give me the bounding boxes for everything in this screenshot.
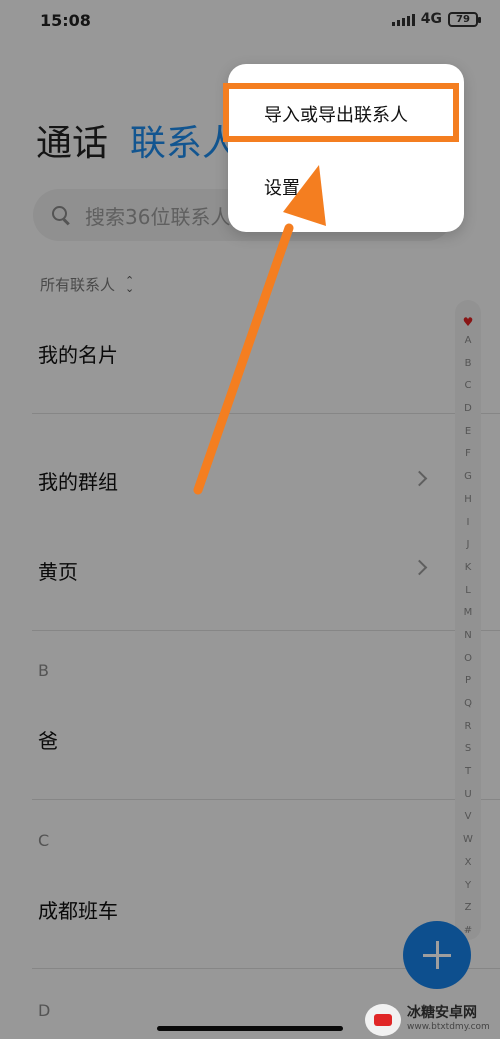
watermark-logo-icon — [365, 1003, 401, 1036]
site-watermark: 冰糖安卓网 www.btxtdmy.com — [365, 1000, 500, 1039]
watermark-title: 冰糖安卓网 — [407, 1004, 477, 1021]
arrow-shaft — [193, 223, 294, 495]
arrow-annotation — [193, 165, 326, 495]
watermark-url: www.btxtdmy.com — [407, 1021, 490, 1032]
arrow-head — [283, 165, 326, 226]
